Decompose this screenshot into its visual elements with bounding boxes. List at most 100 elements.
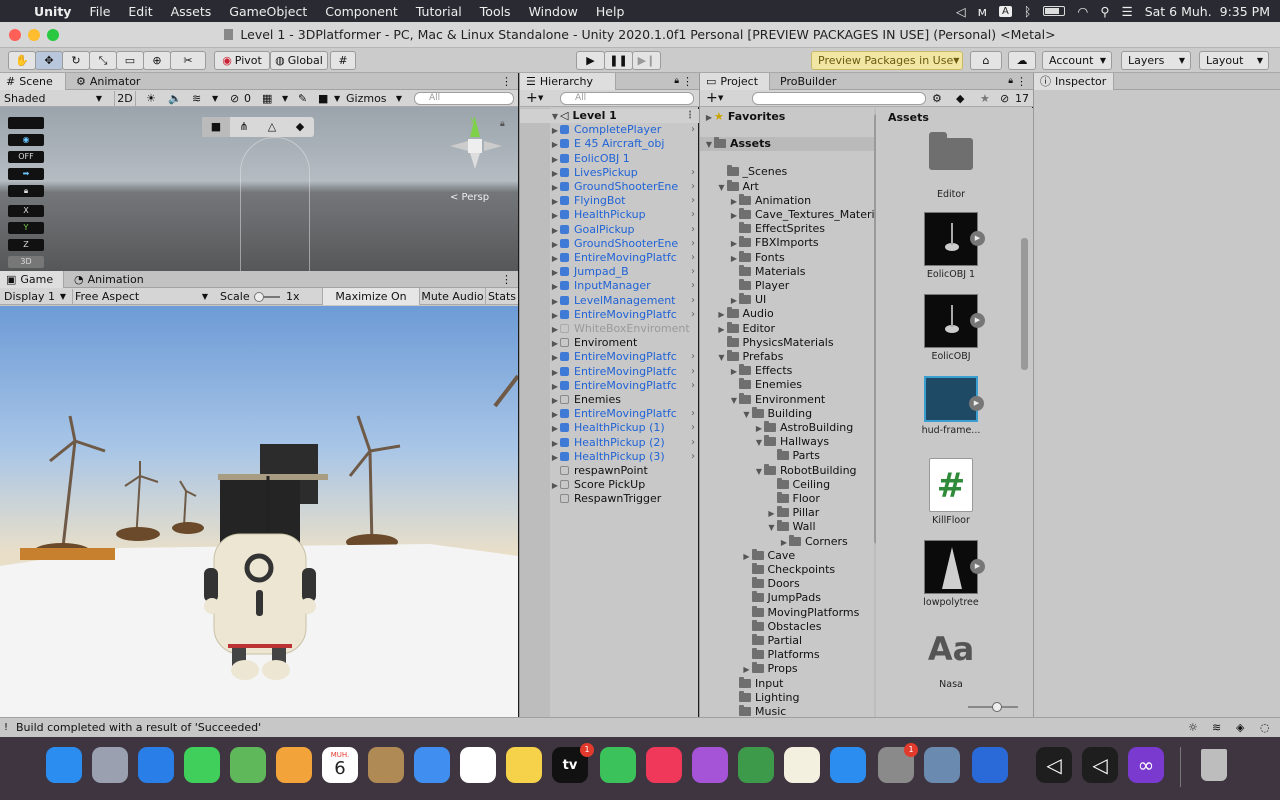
hand-tool-icon[interactable]: ✋ <box>8 51 36 70</box>
grid-toggle-icon[interactable]: ▦ <box>262 92 272 105</box>
chevron-right-icon[interactable]: › <box>691 194 695 208</box>
chevron-right-icon[interactable]: › <box>691 166 695 180</box>
chevron-down-icon[interactable]: ▼ <box>718 94 723 102</box>
tab-animator[interactable]: ⚙ Animator <box>70 73 146 90</box>
expand-arrow-icon[interactable]: ▶ <box>550 479 560 493</box>
textedit-icon[interactable] <box>784 747 820 783</box>
hierarchy-item[interactable]: ▶ HealthPickup (2) › <box>520 436 699 450</box>
search-by-label-icon[interactable]: ◆ <box>956 92 964 105</box>
play-preview-icon[interactable]: ▶ <box>970 559 985 574</box>
hierarchy-item[interactable]: ▶ GoalPickup › <box>520 223 699 237</box>
chevron-right-icon[interactable]: › <box>691 223 695 237</box>
finder-icon[interactable] <box>46 747 82 783</box>
hierarchy-search-input[interactable]: All <box>560 92 694 105</box>
project-folder-item[interactable]: ▶ Fonts <box>700 250 785 265</box>
wifi-icon[interactable]: ◠ <box>1077 4 1088 19</box>
collab-status-icon[interactable]: ≋ <box>1212 718 1221 737</box>
project-folder-item[interactable]: ▼ Hallways <box>700 435 829 449</box>
asset-item[interactable]: Aa Nasa <box>884 622 1018 690</box>
cube-overlay-icon[interactable]: ■ <box>202 117 230 137</box>
expand-arrow-icon[interactable]: ▶ <box>717 308 727 322</box>
chevron-right-icon[interactable]: › <box>691 237 695 251</box>
hierarchy-item[interactable]: ▶ CompletePlayer › <box>520 123 699 137</box>
expand-arrow-icon[interactable]: ▼ <box>742 408 752 422</box>
unity-hub-icon[interactable]: ◁ <box>1082 747 1118 783</box>
project-folder-item[interactable]: JumpPads <box>700 591 821 605</box>
scale-tool-icon[interactable]: ⤡ <box>89 51 117 70</box>
hierarchy-scene-root[interactable]: ▼ ◁ Level 1 ⋮ <box>520 109 699 124</box>
expand-arrow-icon[interactable]: ▶ <box>550 153 560 167</box>
chevron-right-icon[interactable]: › <box>691 279 695 293</box>
hierarchy-item[interactable]: ▶ HealthPickup › <box>520 208 699 222</box>
camera-icon[interactable]: ■ <box>318 92 328 105</box>
chevron-right-icon[interactable]: › <box>691 123 695 137</box>
hidden-packages-icon[interactable]: ⊘ <box>1000 92 1009 105</box>
asset-item[interactable]: # KillFloor <box>884 458 1018 526</box>
bluetooth-icon[interactable]: ᛒ <box>1024 4 1032 19</box>
expand-arrow-icon[interactable]: ▶ <box>717 323 727 337</box>
visualstudio-icon[interactable]: ∞ <box>1128 747 1164 783</box>
asset-item[interactable]: ▶ hud-frame... <box>884 376 1018 436</box>
vertex-overlay-icon[interactable]: △ <box>258 117 286 137</box>
pause-button[interactable]: ❚❚ <box>604 51 633 70</box>
project-folder-item[interactable]: Platforms <box>700 648 820 662</box>
expand-arrow-icon[interactable]: ▶ <box>767 507 777 521</box>
create-add-icon[interactable]: + <box>706 90 718 107</box>
chevron-right-icon[interactable]: › <box>691 407 695 421</box>
hierarchy-item[interactable]: respawnPoint <box>520 464 699 478</box>
project-folder-item[interactable]: Doors <box>700 577 800 591</box>
expand-arrow-icon[interactable]: ▼ <box>754 465 764 479</box>
project-folder-item[interactable]: Floor <box>700 492 820 506</box>
lock-overlay-icon[interactable]: 🔒︎ <box>8 185 44 197</box>
project-folder-item[interactable]: ▶ Cave_Textures_Materia <box>700 208 876 222</box>
play-button[interactable]: ▶ <box>576 51 605 70</box>
expand-arrow-icon[interactable]: ▶ <box>550 394 560 408</box>
menu-help[interactable]: Help <box>587 4 634 19</box>
maximize-on-play-toggle[interactable]: Maximize On Play <box>322 288 420 320</box>
assets-breadcrumb[interactable]: Assets <box>888 111 929 124</box>
reminders-icon[interactable] <box>460 747 496 783</box>
project-search-input[interactable] <box>752 92 926 105</box>
project-folder-item[interactable]: ▶ Audio <box>700 307 774 321</box>
thumbnail-slider-knob[interactable] <box>992 702 1002 712</box>
expand-arrow-icon[interactable]: ▶ <box>729 209 739 223</box>
project-folder-item[interactable]: ▶ Pillar <box>700 506 819 520</box>
play-preview-icon[interactable]: ▶ <box>970 313 985 328</box>
menubar-clock[interactable]: Sat 6 Muh. 9:35 PM <box>1145 4 1270 19</box>
project-folder-item[interactable]: Lighting <box>700 690 799 705</box>
global-toggle-button[interactable]: ◍ Global <box>270 51 328 70</box>
hierarchy-item[interactable]: ▶ WhiteBoxEnviroment <box>520 322 699 336</box>
asset-scrollbar[interactable] <box>1021 128 1028 698</box>
expand-arrow-icon[interactable]: ▶ <box>550 408 560 422</box>
shading-mode-dropdown[interactable]: Shaded ▼ <box>2 91 106 106</box>
hierarchy-item[interactable]: ▶ EntireMovingPlatfc › <box>520 379 699 393</box>
expand-arrow-icon[interactable]: ▶ <box>550 323 560 337</box>
expand-arrow-icon[interactable]: ▶ <box>729 195 739 209</box>
project-folder-item[interactable]: ▼ RobotBuilding <box>700 463 857 479</box>
expand-arrow-icon[interactable]: ▶ <box>550 295 560 309</box>
rect-tool-icon[interactable]: ▭ <box>116 51 144 70</box>
expand-arrow-icon[interactable]: ▶ <box>550 437 560 451</box>
asset-item[interactable]: ▶ EolicOBJ <box>884 294 1018 362</box>
expand-arrow-icon[interactable]: ▶ <box>729 237 739 251</box>
expand-arrow-icon[interactable]: ▶ <box>550 181 560 195</box>
collab-button[interactable]: ⌂ <box>970 51 1002 70</box>
hierarchy-item[interactable]: ▶ GroundShooterEne › <box>520 180 699 194</box>
favorite-star-icon[interactable]: ★ <box>980 92 990 105</box>
pivot-toggle-button[interactable]: ◉ Pivot <box>214 51 270 70</box>
project-folder-item[interactable]: PhysicsMaterials <box>700 335 834 350</box>
expand-arrow-icon[interactable]: ▶ <box>550 280 560 294</box>
transform-tool-icon[interactable]: ⊕ <box>143 51 171 70</box>
project-folder-item[interactable]: ▶ Props <box>700 662 798 676</box>
scale-slider-knob[interactable] <box>254 292 264 302</box>
expand-arrow-icon[interactable]: ▶ <box>550 366 560 380</box>
auto-generate-lighting-icon[interactable]: ◈ <box>1236 718 1244 737</box>
preview-packages-dropdown[interactable]: Preview Packages in Use ▼ <box>811 51 963 70</box>
battery-icon[interactable] <box>1043 6 1066 16</box>
bug-icon[interactable]: ☼ <box>1188 718 1198 737</box>
visibility-overlay-icon[interactable]: ◉ <box>8 134 44 146</box>
play-preview-icon[interactable]: ▶ <box>969 396 984 411</box>
menu-assets[interactable]: Assets <box>162 4 221 19</box>
facetime-icon[interactable] <box>600 747 636 783</box>
calendar-icon[interactable]: MUH. 6 <box>322 747 358 783</box>
